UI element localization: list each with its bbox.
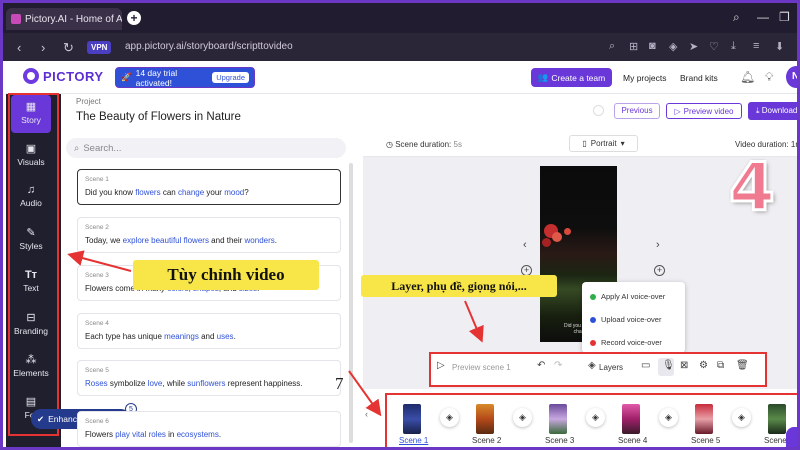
app-window: Pictory.AI - Home of AI Vi ✕ + ⌕ — ❐ ‹ ›…	[0, 0, 800, 450]
support-tab[interactable]	[786, 427, 797, 447]
arrow-to-sidebar	[67, 250, 132, 272]
step-number: 4	[728, 149, 777, 226]
arrow-to-toolbar	[464, 300, 484, 343]
annotation-arrows	[67, 250, 484, 417]
arrow-to-timeline	[348, 370, 382, 417]
